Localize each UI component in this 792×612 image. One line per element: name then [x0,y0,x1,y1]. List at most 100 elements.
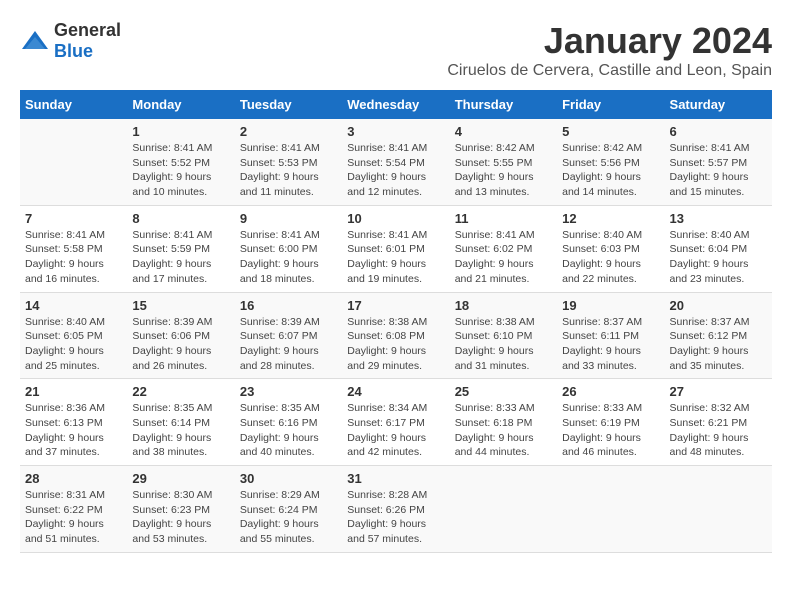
calendar-cell: 21 Sunrise: 8:36 AM Sunset: 6:13 PM Dayli… [20,379,127,466]
day-number: 27 [670,384,767,399]
day-number: 12 [562,211,659,226]
calendar-cell: 3 Sunrise: 8:41 AM Sunset: 5:54 PM Daylig… [342,119,449,205]
location-subtitle: Ciruelos de Cervera, Castille and Leon, … [447,62,772,80]
day-info: Sunrise: 8:33 AM Sunset: 6:18 PM Dayligh… [455,401,552,460]
title-area: January 2024 Ciruelos de Cervera, Castil… [447,20,772,80]
weekday-header-saturday: Saturday [665,90,772,119]
day-number: 22 [132,384,229,399]
calendar-cell: 8Sunrise: 8:41 AM Sunset: 5:59 PM Daylig… [127,205,234,292]
weekday-header-friday: Friday [557,90,664,119]
day-number: 2 [240,124,337,139]
day-info: Sunrise: 8:37 AM Sunset: 6:11 PM Dayligh… [562,315,659,374]
day-info: Sunrise: 8:34 AM Sunset: 6:17 PM Dayligh… [347,401,444,460]
day-number: 8 [132,211,229,226]
calendar-cell: 2Sunrise: 8:41 AM Sunset: 5:53 PM Daylig… [235,119,342,205]
month-title: January 2024 [447,20,772,62]
day-info: Sunrise: 8:39 AM Sunset: 6:07 PM Dayligh… [240,315,337,374]
day-number: 3 [347,124,444,139]
calendar-cell: 28 Sunrise: 8:31 AM Sunset: 6:22 PM Dayli… [20,466,127,553]
weekday-header-wednesday: Wednesday [342,90,449,119]
day-info: Sunrise: 8:35 AM Sunset: 6:14 PM Dayligh… [132,401,229,460]
day-number: 14 [25,298,122,313]
day-number: 28 [25,471,122,486]
calendar-cell: 13Sunrise: 8:40 AM Sunset: 6:04 PM Dayli… [665,205,772,292]
logo: General Blue [20,20,121,62]
calendar-cell: 20 Sunrise: 8:37 AM Sunset: 6:12 PM Dayli… [665,292,772,379]
day-number: 20 [670,298,767,313]
day-info: Sunrise: 8:29 AM Sunset: 6:24 PM Dayligh… [240,488,337,547]
day-info: Sunrise: 8:41 AM Sunset: 6:00 PM Dayligh… [240,228,337,287]
day-info: Sunrise: 8:41 AM Sunset: 6:01 PM Dayligh… [347,228,444,287]
calendar-cell: 18 Sunrise: 8:38 AM Sunset: 6:10 PM Dayli… [450,292,557,379]
day-number: 11 [455,211,552,226]
calendar-week-row: 7 Sunrise: 8:41 AM Sunset: 5:58 PM Daylig… [20,205,772,292]
day-number: 13 [670,211,767,226]
calendar-cell: 19Sunrise: 8:37 AM Sunset: 6:11 PM Dayli… [557,292,664,379]
day-number: 10 [347,211,444,226]
day-number: 26 [562,384,659,399]
calendar-cell [20,119,127,205]
calendar-cell: 9 Sunrise: 8:41 AM Sunset: 6:00 PM Daylig… [235,205,342,292]
day-info: Sunrise: 8:41 AM Sunset: 6:02 PM Dayligh… [455,228,552,287]
day-info: Sunrise: 8:33 AM Sunset: 6:19 PM Dayligh… [562,401,659,460]
calendar-cell: 6Sunrise: 8:41 AM Sunset: 5:57 PM Daylig… [665,119,772,205]
logo-icon [20,29,50,53]
day-number: 9 [240,211,337,226]
day-info: Sunrise: 8:41 AM Sunset: 5:57 PM Dayligh… [670,141,767,200]
day-info: Sunrise: 8:37 AM Sunset: 6:12 PM Dayligh… [670,315,767,374]
day-info: Sunrise: 8:42 AM Sunset: 5:56 PM Dayligh… [562,141,659,200]
calendar-cell: 7 Sunrise: 8:41 AM Sunset: 5:58 PM Daylig… [20,205,127,292]
day-info: Sunrise: 8:28 AM Sunset: 6:26 PM Dayligh… [347,488,444,547]
weekday-header-row: SundayMondayTuesdayWednesdayThursdayFrid… [20,90,772,119]
weekday-header-thursday: Thursday [450,90,557,119]
calendar-cell: 11 Sunrise: 8:41 AM Sunset: 6:02 PM Dayli… [450,205,557,292]
day-info: Sunrise: 8:41 AM Sunset: 5:52 PM Dayligh… [132,141,229,200]
day-number: 21 [25,384,122,399]
day-info: Sunrise: 8:30 AM Sunset: 6:23 PM Dayligh… [132,488,229,547]
weekday-header-sunday: Sunday [20,90,127,119]
calendar-cell [665,466,772,553]
day-number: 25 [455,384,552,399]
day-info: Sunrise: 8:38 AM Sunset: 6:08 PM Dayligh… [347,315,444,374]
day-number: 17 [347,298,444,313]
day-number: 23 [240,384,337,399]
day-info: Sunrise: 8:41 AM Sunset: 5:58 PM Dayligh… [25,228,122,287]
calendar-cell: 14 Sunrise: 8:40 AM Sunset: 6:05 PM Dayli… [20,292,127,379]
day-info: Sunrise: 8:32 AM Sunset: 6:21 PM Dayligh… [670,401,767,460]
day-number: 29 [132,471,229,486]
calendar-cell: 17 Sunrise: 8:38 AM Sunset: 6:08 PM Dayli… [342,292,449,379]
calendar-week-row: 14 Sunrise: 8:40 AM Sunset: 6:05 PM Dayli… [20,292,772,379]
day-info: Sunrise: 8:41 AM Sunset: 5:54 PM Dayligh… [347,141,444,200]
day-number: 1 [132,124,229,139]
calendar-cell: 15Sunrise: 8:39 AM Sunset: 6:06 PM Dayli… [127,292,234,379]
day-info: Sunrise: 8:42 AM Sunset: 5:55 PM Dayligh… [455,141,552,200]
calendar-cell: 25 Sunrise: 8:33 AM Sunset: 6:18 PM Dayli… [450,379,557,466]
day-info: Sunrise: 8:38 AM Sunset: 6:10 PM Dayligh… [455,315,552,374]
day-info: Sunrise: 8:31 AM Sunset: 6:22 PM Dayligh… [25,488,122,547]
calendar-cell: 24Sunrise: 8:34 AM Sunset: 6:17 PM Dayli… [342,379,449,466]
calendar-table: SundayMondayTuesdayWednesdayThursdayFrid… [20,90,772,553]
calendar-cell: 31Sunrise: 8:28 AM Sunset: 6:26 PM Dayli… [342,466,449,553]
day-number: 15 [132,298,229,313]
logo-text-general: General [54,20,121,40]
day-number: 5 [562,124,659,139]
day-number: 4 [455,124,552,139]
day-info: Sunrise: 8:35 AM Sunset: 6:16 PM Dayligh… [240,401,337,460]
calendar-week-row: 1 Sunrise: 8:41 AM Sunset: 5:52 PM Daylig… [20,119,772,205]
day-number: 30 [240,471,337,486]
day-info: Sunrise: 8:40 AM Sunset: 6:03 PM Dayligh… [562,228,659,287]
day-info: Sunrise: 8:40 AM Sunset: 6:05 PM Dayligh… [25,315,122,374]
weekday-header-monday: Monday [127,90,234,119]
header: General Blue January 2024 Ciruelos de Ce… [20,20,772,80]
day-info: Sunrise: 8:36 AM Sunset: 6:13 PM Dayligh… [25,401,122,460]
calendar-cell: 26 Sunrise: 8:33 AM Sunset: 6:19 PM Dayli… [557,379,664,466]
calendar-cell: 29 Sunrise: 8:30 AM Sunset: 6:23 PM Dayli… [127,466,234,553]
day-number: 18 [455,298,552,313]
calendar-week-row: 28 Sunrise: 8:31 AM Sunset: 6:22 PM Dayli… [20,466,772,553]
calendar-cell: 23 Sunrise: 8:35 AM Sunset: 6:16 PM Dayli… [235,379,342,466]
day-number: 16 [240,298,337,313]
calendar-cell [450,466,557,553]
day-number: 7 [25,211,122,226]
weekday-header-tuesday: Tuesday [235,90,342,119]
calendar-cell: 30 Sunrise: 8:29 AM Sunset: 6:24 PM Dayli… [235,466,342,553]
